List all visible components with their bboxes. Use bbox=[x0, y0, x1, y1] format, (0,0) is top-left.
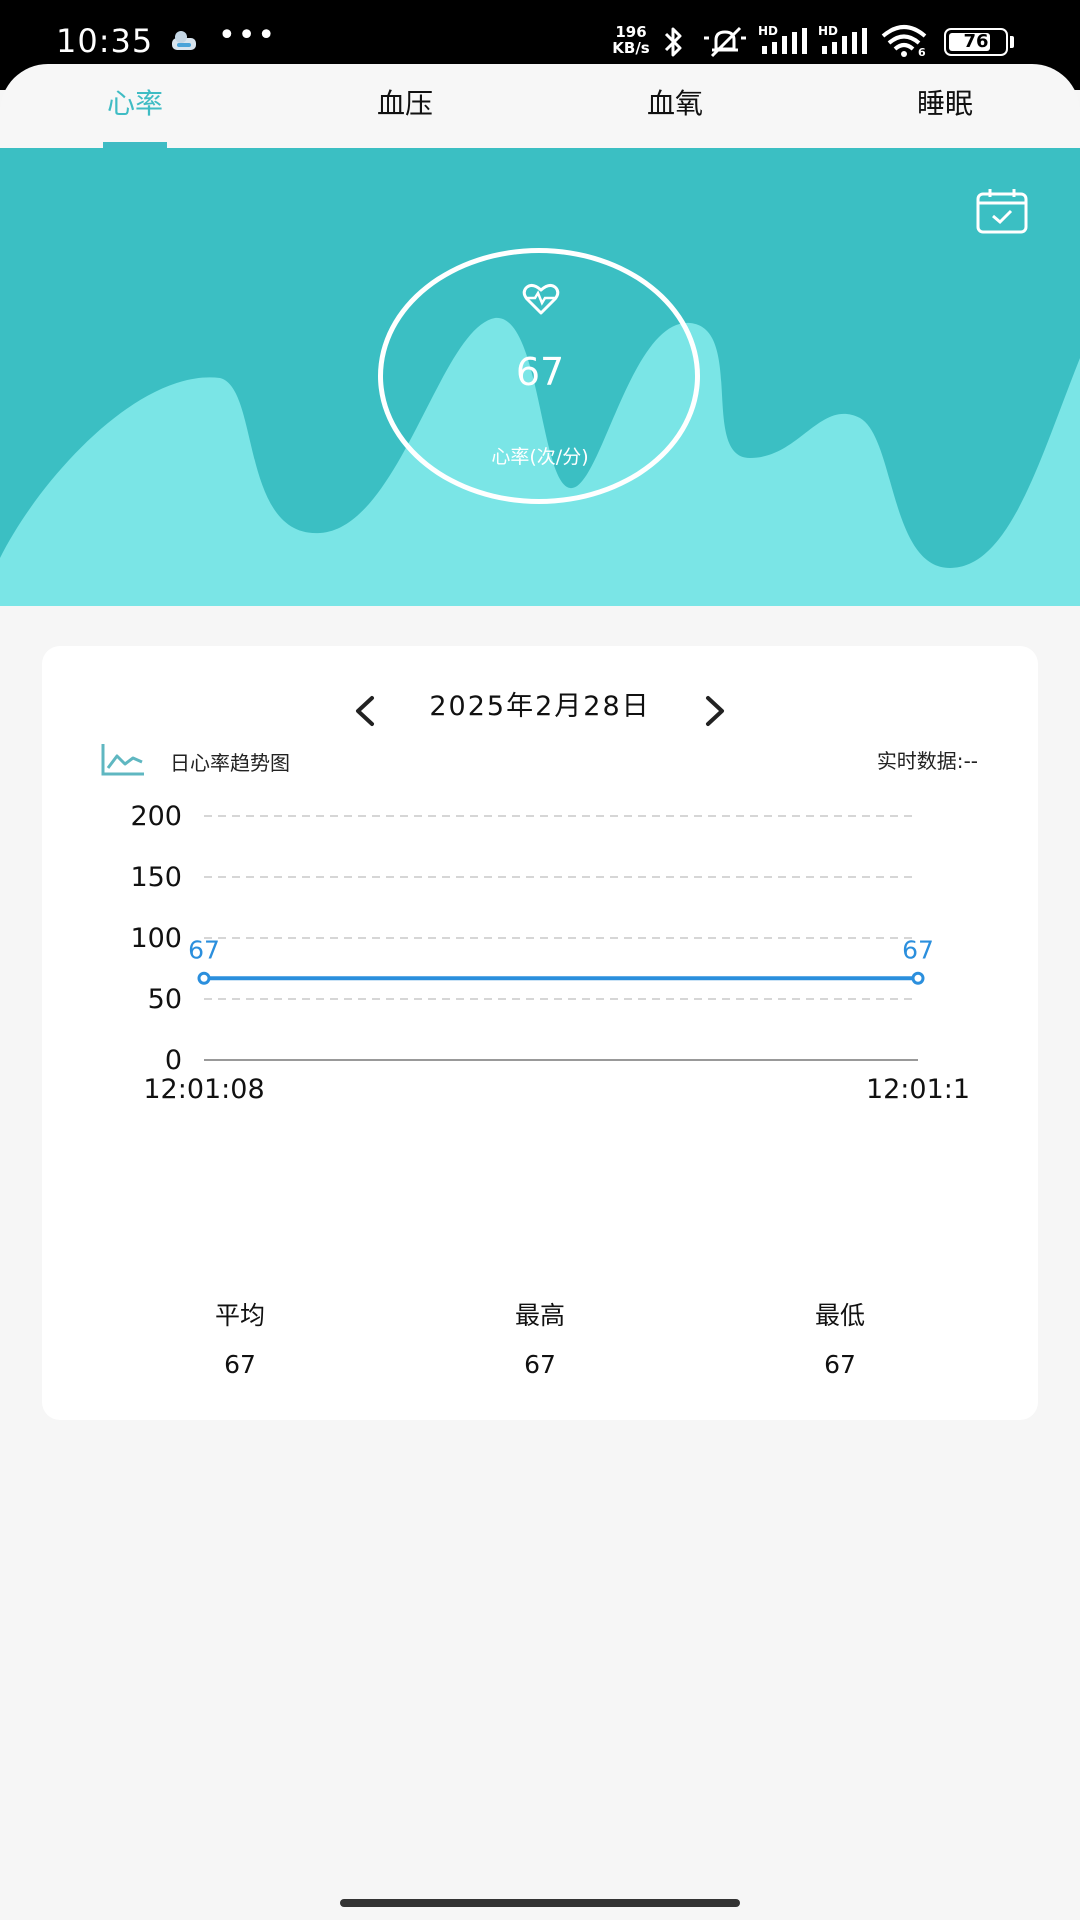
battery-level: 76 bbox=[963, 31, 989, 52]
mute-bell-icon bbox=[704, 26, 746, 58]
tab-sleep[interactable]: 睡眠 bbox=[810, 82, 1080, 122]
tab-heart-rate[interactable]: 心率 bbox=[0, 82, 270, 122]
heart-rate-hero: 67 心率(次/分) bbox=[0, 148, 1080, 606]
heart-rate-value: 67 bbox=[515, 350, 565, 394]
signal-icon-1 bbox=[762, 28, 807, 54]
stat-max-label: 最高 bbox=[514, 1301, 565, 1330]
realtime-label: 实时数据: bbox=[876, 749, 964, 773]
network-speed: 196 KB/s bbox=[608, 24, 654, 56]
tab-blood-pressure[interactable]: 血压 bbox=[270, 82, 540, 122]
heart-rate-line-chart: 0 50 100 150 200 12:01:08 12:01:1 67 67 bbox=[130, 801, 970, 1105]
battery-cap bbox=[1010, 36, 1014, 48]
network-speed-unit: KB/s bbox=[612, 39, 650, 57]
y-tick-label: 200 bbox=[130, 801, 182, 832]
chart-title: 日心率趋势图 bbox=[170, 751, 290, 775]
x-tick-label: 12:01:1 bbox=[866, 1074, 970, 1105]
trend-chart-icon bbox=[101, 744, 144, 776]
stat-min-label: 最低 bbox=[814, 1301, 865, 1330]
stat-average-label: 平均 bbox=[214, 1301, 265, 1330]
battery-icon: 76 bbox=[944, 28, 1008, 56]
heart-rate-unit: 心率(次/分) bbox=[491, 446, 589, 468]
data-point bbox=[911, 971, 925, 985]
calendar-check-icon[interactable] bbox=[976, 188, 1028, 234]
y-tick-label: 0 bbox=[165, 1045, 182, 1076]
signal-icon-2 bbox=[822, 28, 867, 54]
y-tick-label: 50 bbox=[148, 984, 182, 1015]
bluetooth-icon bbox=[664, 27, 682, 57]
next-date-button[interactable] bbox=[694, 686, 734, 736]
tab-blood-oxygen[interactable]: 血氧 bbox=[540, 82, 810, 122]
home-indicator[interactable] bbox=[340, 1899, 740, 1907]
date-label: 2025年2月28日 bbox=[429, 691, 651, 722]
stat-average-value: 67 bbox=[224, 1350, 256, 1379]
data-label: 67 bbox=[902, 935, 934, 964]
stat-min-value: 67 bbox=[824, 1350, 856, 1379]
status-more-dots: ••• bbox=[218, 18, 278, 53]
y-tick-label: 150 bbox=[130, 862, 182, 893]
data-point bbox=[197, 971, 211, 985]
tab-bar: 心率 血压 血氧 睡眠 bbox=[0, 64, 1080, 148]
network-speed-value: 196 bbox=[615, 23, 647, 41]
y-tick-label: 100 bbox=[130, 923, 182, 954]
stat-min: 最低 67 bbox=[720, 1296, 960, 1379]
stat-max: 最高 67 bbox=[420, 1296, 660, 1379]
wifi-badge: 6 bbox=[918, 46, 926, 59]
notification-app-icon bbox=[172, 31, 196, 50]
status-time: 10:35 bbox=[56, 22, 154, 60]
x-tick-label: 12:01:08 bbox=[143, 1074, 264, 1105]
stat-max-value: 67 bbox=[524, 1350, 556, 1379]
realtime-data: 实时数据: -- bbox=[877, 745, 978, 774]
trend-card: 2025年2月28日 日心率趋势图 实时数据: -- 0 50 100 150 200 1… bbox=[42, 646, 1038, 1420]
stat-average: 平均 67 bbox=[120, 1296, 360, 1379]
realtime-value: -- bbox=[963, 749, 978, 773]
heart-pulse-icon bbox=[522, 283, 560, 315]
data-label: 67 bbox=[188, 935, 220, 964]
